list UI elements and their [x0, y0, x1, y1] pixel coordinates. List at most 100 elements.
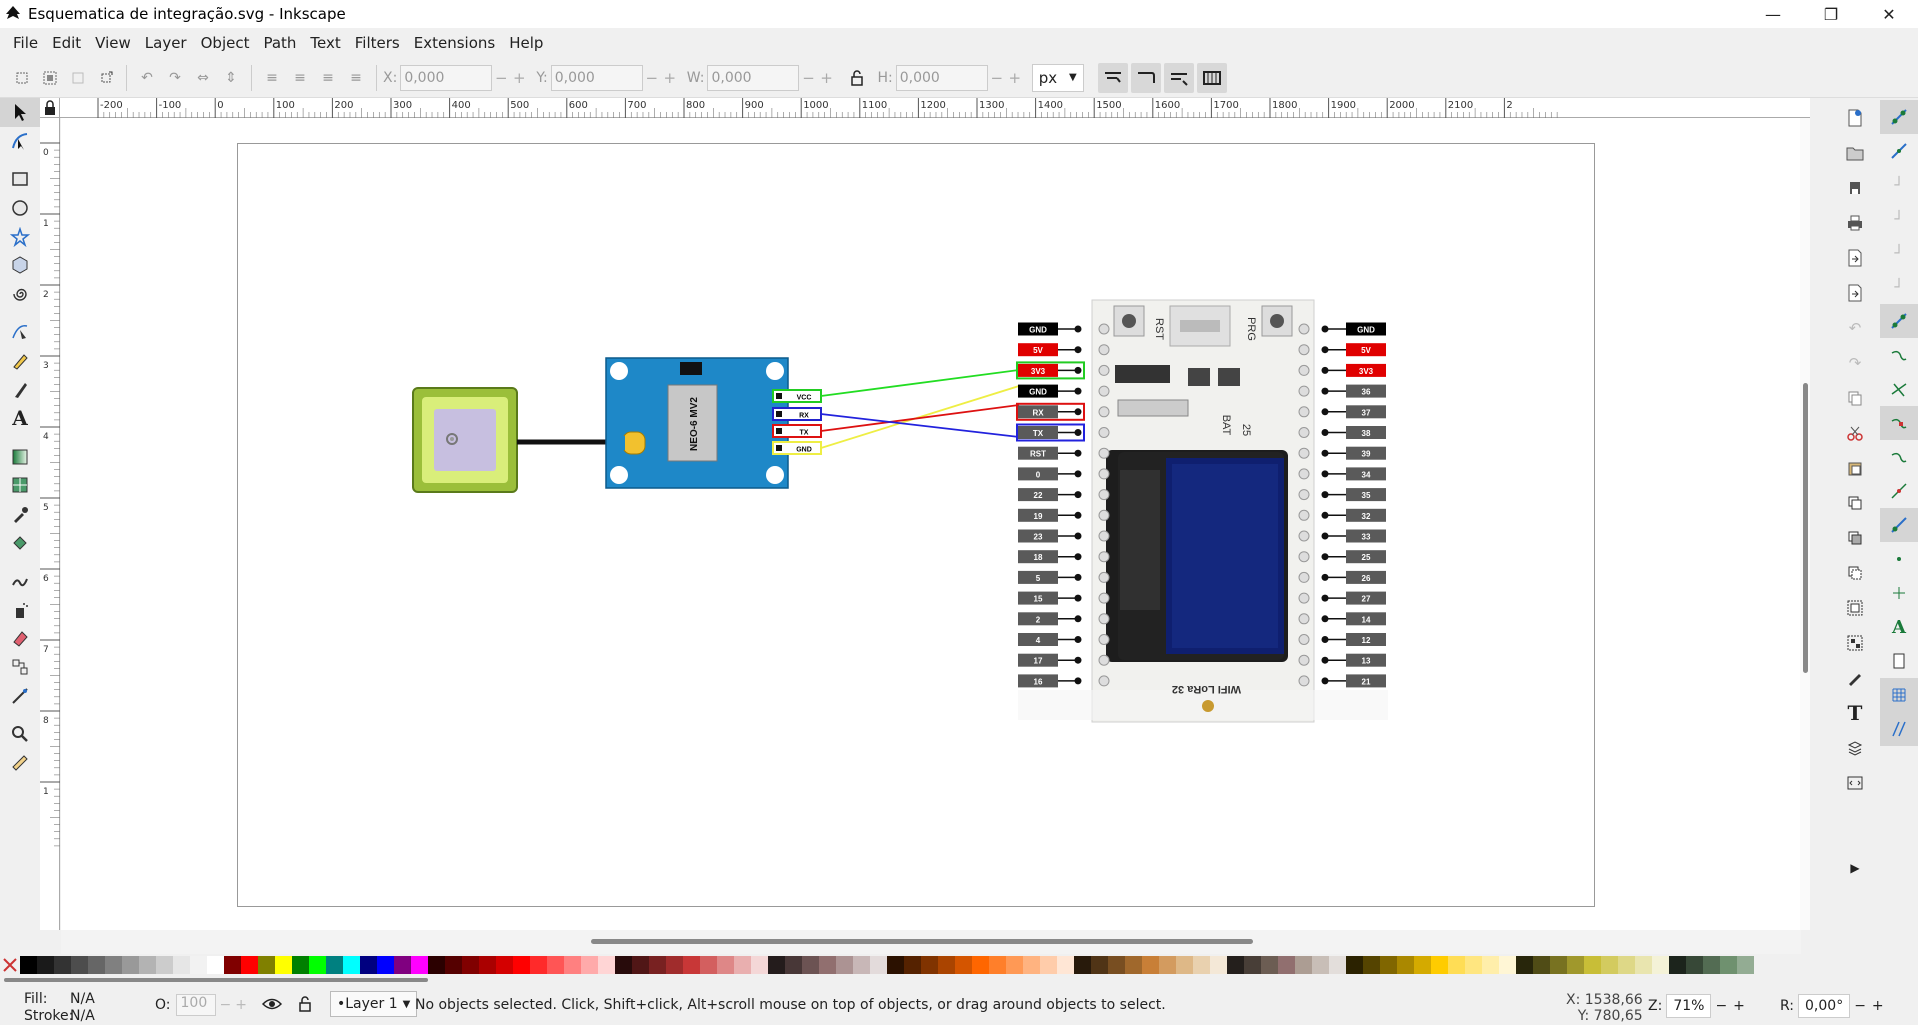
- palette-swatch[interactable]: [1397, 956, 1414, 974]
- palette-swatch[interactable]: [870, 956, 887, 974]
- node-tool-icon[interactable]: [0, 127, 40, 156]
- horizontal-scrollbar[interactable]: [61, 930, 1801, 954]
- select-all-icon[interactable]: [8, 64, 36, 92]
- minimize-button[interactable]: —: [1744, 0, 1802, 28]
- palette-swatch[interactable]: [1703, 956, 1720, 974]
- palette-swatch[interactable]: [445, 956, 462, 974]
- raise-to-top-icon[interactable]: ≡: [258, 64, 286, 92]
- menu-extensions[interactable]: Extensions: [407, 34, 502, 52]
- paint-bucket-tool-icon[interactable]: [0, 528, 40, 557]
- palette-swatch[interactable]: [989, 956, 1006, 974]
- menu-filters[interactable]: Filters: [348, 34, 407, 52]
- selector-tool-icon[interactable]: [0, 98, 40, 127]
- palette-swatch[interactable]: [1499, 956, 1516, 974]
- rectangle-tool-icon[interactable]: [0, 165, 40, 194]
- palette-swatch[interactable]: [904, 956, 921, 974]
- palette-swatch[interactable]: [326, 956, 343, 974]
- paste-icon[interactable]: [1838, 450, 1872, 485]
- snap-center-icon[interactable]: [1880, 542, 1918, 576]
- palette-swatch[interactable]: [54, 956, 71, 974]
- palette-swatch[interactable]: [564, 956, 581, 974]
- vertical-scroll-thumb[interactable]: [1803, 383, 1808, 673]
- toggle-visibility-icon[interactable]: [261, 995, 283, 1017]
- group-icon[interactable]: [1838, 590, 1872, 625]
- palette-swatch[interactable]: [71, 956, 88, 974]
- w-decrement[interactable]: −: [799, 69, 817, 87]
- palette-swatch[interactable]: [1040, 956, 1057, 974]
- palette-swatch[interactable]: [479, 956, 496, 974]
- lpe-tool-icon[interactable]: [0, 681, 40, 710]
- palette-swatch[interactable]: [734, 956, 751, 974]
- text-font-icon[interactable]: T: [1838, 695, 1872, 730]
- rotate-ccw-icon[interactable]: ↶: [133, 64, 161, 92]
- clone-icon[interactable]: [1838, 520, 1872, 555]
- cut-icon[interactable]: [1838, 415, 1872, 450]
- palette-swatch[interactable]: [1006, 956, 1023, 974]
- scale-stroke-icon[interactable]: [1097, 62, 1128, 93]
- unit-select[interactable]: px ▼: [1031, 63, 1084, 92]
- x-decrement[interactable]: −: [492, 69, 510, 87]
- palette-swatch[interactable]: [938, 956, 955, 974]
- lock-guides-icon[interactable]: [40, 98, 60, 118]
- palette-swatch[interactable]: [802, 956, 819, 974]
- palette-swatch[interactable]: [1261, 956, 1278, 974]
- spiral-tool-icon[interactable]: [0, 280, 40, 309]
- xml-editor-icon[interactable]: [1838, 765, 1872, 800]
- menu-help[interactable]: Help: [502, 34, 550, 52]
- connector-tool-icon[interactable]: [0, 653, 40, 682]
- snap-bbox-mid-icon[interactable]: ┘: [1880, 236, 1918, 270]
- snap-text-baseline-icon[interactable]: A: [1880, 610, 1918, 644]
- unlink-clone-icon[interactable]: [1838, 555, 1872, 590]
- palette-swatch[interactable]: [972, 956, 989, 974]
- snap-nodes-icon[interactable]: [1880, 304, 1918, 338]
- palette-swatch[interactable]: [1584, 956, 1601, 974]
- palette-swatch[interactable]: [1652, 956, 1669, 974]
- palette-swatch[interactable]: [666, 956, 683, 974]
- palette-swatch[interactable]: [462, 956, 479, 974]
- fill-stroke-icon[interactable]: [1838, 660, 1872, 695]
- x-increment[interactable]: +: [510, 69, 528, 87]
- palette-swatch[interactable]: [1278, 956, 1295, 974]
- menu-view[interactable]: View: [88, 34, 138, 52]
- palette-swatch[interactable]: [1176, 956, 1193, 974]
- snap-bbox-center-icon[interactable]: ┘: [1880, 270, 1918, 304]
- palette-swatch[interactable]: [921, 956, 938, 974]
- palette-swatch[interactable]: [275, 956, 292, 974]
- palette-swatch[interactable]: [819, 956, 836, 974]
- y-decrement[interactable]: −: [643, 69, 661, 87]
- menu-edit[interactable]: Edit: [45, 34, 88, 52]
- rotate-cw-icon[interactable]: ↷: [161, 64, 189, 92]
- vertical-scrollbar[interactable]: [1800, 118, 1810, 930]
- palette-swatch[interactable]: [887, 956, 904, 974]
- redo-icon[interactable]: ↷: [1838, 345, 1872, 380]
- palette-swatch[interactable]: [1142, 956, 1159, 974]
- eraser-tool-icon[interactable]: [0, 624, 40, 653]
- palette-swatch[interactable]: [173, 956, 190, 974]
- palette-swatch[interactable]: [496, 956, 513, 974]
- palette-swatch[interactable]: [836, 956, 853, 974]
- undo-icon[interactable]: ↶: [1838, 310, 1872, 345]
- palette-swatch[interactable]: [700, 956, 717, 974]
- palette-swatch[interactable]: [1125, 956, 1142, 974]
- palette-swatch[interactable]: [1431, 956, 1448, 974]
- raise-icon[interactable]: ≡: [286, 64, 314, 92]
- palette-swatch[interactable]: [88, 956, 105, 974]
- snap-guide-icon[interactable]: [1880, 712, 1918, 746]
- new-document-icon[interactable]: [1838, 100, 1872, 135]
- menu-path[interactable]: Path: [256, 34, 303, 52]
- lower-to-bottom-icon[interactable]: ≡: [342, 64, 370, 92]
- close-button[interactable]: ✕: [1860, 0, 1918, 28]
- palette-swatch[interactable]: [632, 956, 649, 974]
- palette-swatch[interactable]: [190, 956, 207, 974]
- palette-swatch[interactable]: [37, 956, 54, 974]
- palette-swatch[interactable]: [1618, 956, 1635, 974]
- palette-swatch[interactable]: [207, 956, 224, 974]
- palette-swatch[interactable]: [428, 956, 445, 974]
- palette-swatch[interactable]: [241, 956, 258, 974]
- palette-swatch[interactable]: [547, 956, 564, 974]
- palette-swatch[interactable]: [156, 956, 173, 974]
- palette-swatch[interactable]: [717, 956, 734, 974]
- export-icon[interactable]: [1838, 275, 1872, 310]
- palette-swatch[interactable]: [1193, 956, 1210, 974]
- w-increment[interactable]: +: [817, 69, 835, 87]
